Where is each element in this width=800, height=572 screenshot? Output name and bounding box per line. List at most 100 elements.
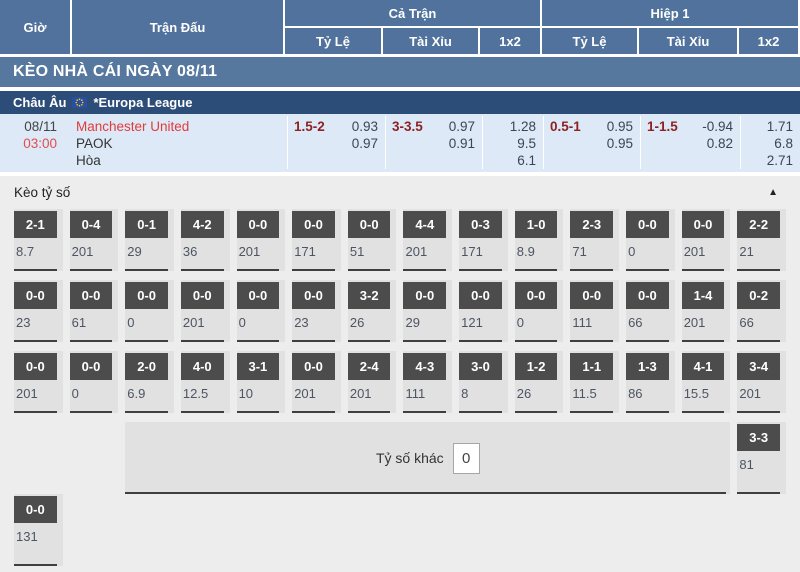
score-cell-0-0[interactable]: 0-023	[292, 280, 341, 342]
score-label: 0-3	[459, 211, 502, 238]
ft-1x2-cell[interactable]: 1.28 9.5 6.1	[482, 116, 543, 169]
score-odds-value: 201	[294, 386, 341, 401]
score-cell-2-4[interactable]: 2-4201	[348, 351, 397, 413]
h1-over-odds[interactable]: -0.94	[702, 118, 733, 135]
correct-score-section: Kèo tỷ số ▲ 2-18.70-42010-1294-2360-0201…	[0, 176, 800, 572]
score-cell-0-0[interactable]: 0-00	[237, 280, 286, 342]
score-label: 0-0	[14, 496, 57, 523]
collapse-arrow-icon[interactable]: ▲	[768, 187, 778, 198]
score-cell-0-0[interactable]: 0-029	[403, 280, 452, 342]
score-cell-0-0[interactable]: 0-00	[70, 351, 119, 413]
score-odds-value: 8	[461, 386, 508, 401]
score-cell-2-1[interactable]: 2-18.7	[14, 209, 63, 271]
score-cell-3-4[interactable]: 3-4201	[737, 351, 786, 413]
score-label: 3-2	[348, 282, 391, 309]
score-cell-0-4[interactable]: 0-4201	[70, 209, 119, 271]
ft-1x2-draw[interactable]: 9.5	[483, 135, 536, 152]
score-cell-0-2[interactable]: 0-266	[737, 280, 786, 342]
score-label: 0-0	[682, 211, 725, 238]
score-cell-0-0[interactable]: 0-0121	[459, 280, 508, 342]
away-team-link[interactable]: PAOK	[76, 135, 287, 152]
score-cell-0-0[interactable]: 0-00	[515, 280, 564, 342]
score-odds-value: 66	[628, 315, 675, 330]
score-cell-0-3[interactable]: 0-3171	[459, 209, 508, 271]
score-cell-0-0[interactable]: 0-0201	[237, 209, 286, 271]
score-cell-0-0[interactable]: 0-051	[348, 209, 397, 271]
ft-handicap-odds-away[interactable]: 0.97	[352, 135, 378, 152]
score-label: 1-1	[570, 353, 613, 380]
score-cell-4-2[interactable]: 4-236	[181, 209, 230, 271]
h1-handicap-cell[interactable]: 0.5-1 0.95 0.95	[543, 116, 640, 169]
match-kickoff-time: 03:00	[0, 135, 57, 152]
score-cell-0-0[interactable]: 0-00	[626, 209, 675, 271]
score-cell-3-1[interactable]: 3-110	[237, 351, 286, 413]
league-row: Châu Âu *Europa League	[0, 91, 800, 114]
score-odds-value: 111	[405, 386, 452, 401]
h1-1x2-away[interactable]: 2.71	[741, 152, 793, 169]
score-row: 0-0230-0610-000-02010-000-0233-2260-0290…	[0, 280, 800, 342]
score-cell-1-3[interactable]: 1-386	[626, 351, 675, 413]
correct-score-header[interactable]: Kèo tỷ số ▲	[0, 176, 800, 209]
score-cell-4-1[interactable]: 4-115.5	[682, 351, 731, 413]
score-label: 0-1	[125, 211, 168, 238]
ft-1x2-away[interactable]: 6.1	[483, 152, 536, 169]
score-cell-0-0[interactable]: 0-00	[125, 280, 174, 342]
score-label: 4-3	[403, 353, 446, 380]
score-odds-value: 0	[127, 315, 174, 330]
score-cell-2-0[interactable]: 2-06.9	[125, 351, 174, 413]
score-cell-4-4[interactable]: 4-4201	[403, 209, 452, 271]
score-cell-0-0[interactable]: 0-061	[70, 280, 119, 342]
score-label: 2-3	[570, 211, 613, 238]
score-cell-1-2[interactable]: 1-226	[515, 351, 564, 413]
ft-overunder-cell[interactable]: 3-3.5 0.97 0.91	[385, 116, 482, 169]
other-score-input[interactable]	[453, 443, 480, 474]
ft-handicap-cell[interactable]: 1.5-2 0.93 0.97	[287, 116, 385, 169]
score-cell-0-1[interactable]: 0-129	[125, 209, 174, 271]
score-label: 0-0	[14, 282, 57, 309]
score-label: 0-0	[292, 211, 335, 238]
odds-table-header: Giờ Trận Đấu Cả Trận Hiệp 1 Tỷ Lệ Tài Xỉ…	[0, 0, 800, 54]
score-cell-3-3[interactable]: 3-381	[737, 422, 786, 494]
score-cell-0-0[interactable]: 0-0201	[682, 209, 731, 271]
score-cell-2-3[interactable]: 2-371	[570, 209, 619, 271]
ft-overunder-line: 3-3.5	[392, 118, 423, 169]
score-cell-0-0[interactable]: 0-0201	[14, 351, 63, 413]
h1-1x2-cell[interactable]: 1.71 6.8 2.71	[740, 116, 800, 169]
ft-over-odds[interactable]: 0.97	[449, 118, 475, 135]
score-cell-3-2[interactable]: 3-226	[348, 280, 397, 342]
ft-handicap-line: 1.5-2	[294, 118, 325, 169]
score-cell-1-1[interactable]: 1-111.5	[570, 351, 619, 413]
score-cell-0-0[interactable]: 0-0201	[181, 280, 230, 342]
ft-handicap-odds-home[interactable]: 0.93	[352, 118, 378, 135]
score-label: 0-0	[237, 282, 280, 309]
ft-under-odds[interactable]: 0.91	[449, 135, 475, 152]
score-odds-value: 201	[405, 244, 452, 259]
score-cell-0-0[interactable]: 0-0111	[570, 280, 619, 342]
score-odds-value: 0	[72, 386, 119, 401]
score-label: 4-0	[181, 353, 224, 380]
h1-handicap-odds-home[interactable]: 0.95	[607, 118, 633, 135]
score-cell-1-4[interactable]: 1-4201	[682, 280, 731, 342]
header-fulltime-group: Cả Trận	[285, 0, 540, 26]
score-cell-4-3[interactable]: 4-3111	[403, 351, 452, 413]
score-cell-3-0[interactable]: 3-08	[459, 351, 508, 413]
score-cell-0-0[interactable]: 0-066	[626, 280, 675, 342]
h1-1x2-draw[interactable]: 6.8	[741, 135, 793, 152]
score-cell-0-0[interactable]: 0-0171	[292, 209, 341, 271]
score-odds-value: 121	[461, 315, 508, 330]
score-cell-0-0[interactable]: 0-0131	[14, 494, 63, 566]
h1-handicap-odds-away[interactable]: 0.95	[607, 135, 633, 152]
score-cell-1-0[interactable]: 1-08.9	[515, 209, 564, 271]
score-cell-0-0[interactable]: 0-0201	[292, 351, 341, 413]
ft-1x2-home[interactable]: 1.28	[483, 118, 536, 135]
h1-1x2-home[interactable]: 1.71	[741, 118, 793, 135]
score-cell-4-0[interactable]: 4-012.5	[181, 351, 230, 413]
h1-overunder-cell[interactable]: 1-1.5 -0.94 0.82	[640, 116, 740, 169]
h1-under-odds[interactable]: 0.82	[702, 135, 733, 152]
score-cell-2-2[interactable]: 2-221	[737, 209, 786, 271]
home-team-link[interactable]: Manchester United	[76, 118, 287, 135]
score-odds-value: 36	[183, 244, 230, 259]
score-odds-value: 201	[684, 315, 731, 330]
score-cell-0-0[interactable]: 0-023	[14, 280, 63, 342]
score-label: 0-0	[14, 353, 57, 380]
